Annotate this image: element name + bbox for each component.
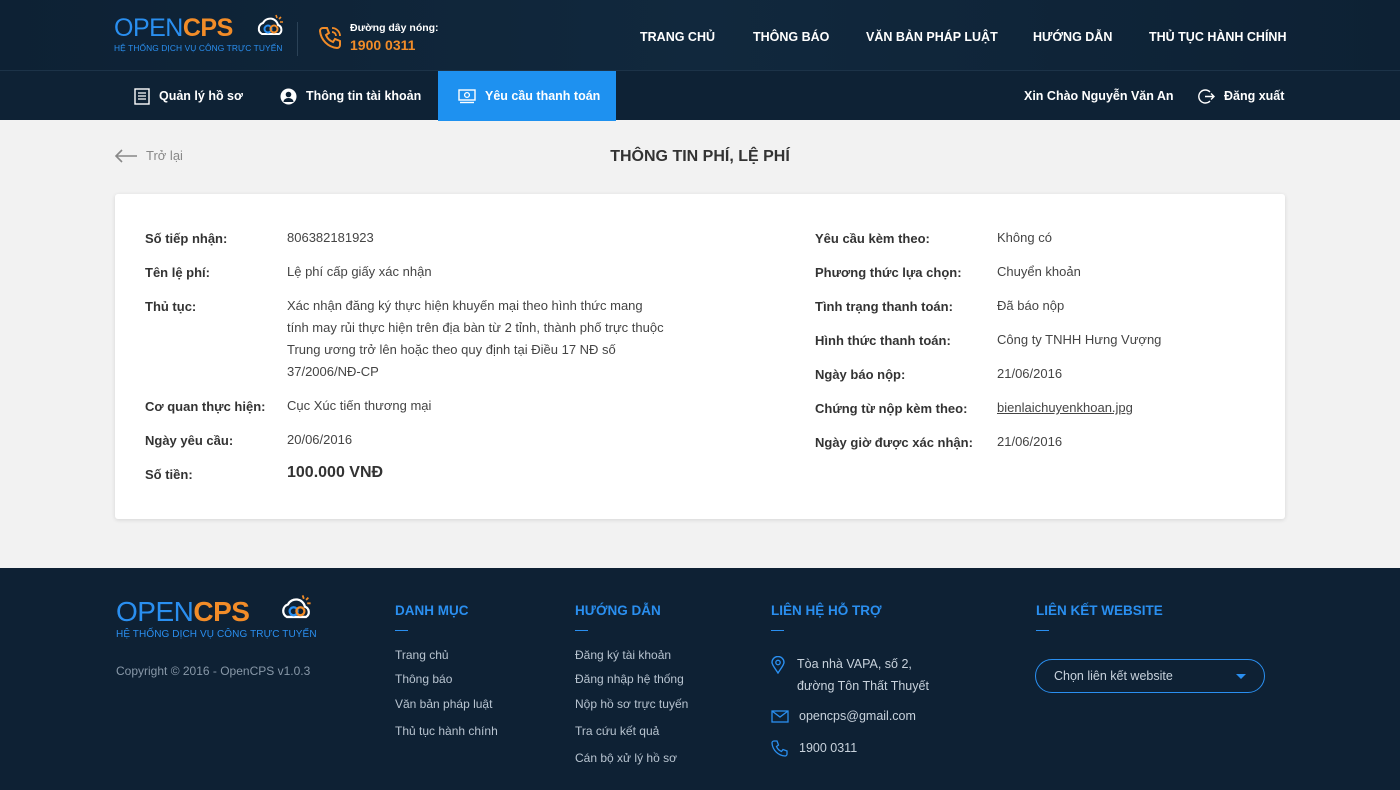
location-pin-icon [771,656,785,674]
footer-link-submit-online[interactable]: Nộp hồ sơ trực tuyến [575,697,688,711]
footer-guides-title: HƯỚNG DẪN [575,603,661,618]
support-phone[interactable]: 1900 0311 [799,737,857,759]
page-title: THÔNG TIN PHÍ, LỆ PHÍ [610,148,790,165]
nav-admin-procedures[interactable]: THỦ TỤC HÀNH CHÍNH [1149,30,1287,46]
status-value: Đã báo nộp [997,298,1065,313]
subnav-label: Quản lý hồ sơ [159,89,243,103]
cloud-link-icon [282,595,311,619]
procedure-value: Xác nhận đăng ký thực hiện khuyến mại th… [287,298,664,379]
fee-details-card: Số tiếp nhận: 806382181923 Tên lệ phí: L… [115,194,1285,519]
user-circle-icon [280,88,297,104]
website-select-value: Chọn liên kết website [1054,669,1173,683]
header-topbar: OPENCPS HỆ THỐNG DỊCH VỤ CÔNG TRỰC TUYẾN… [0,0,1400,70]
agency-value: Cục Xúc tiến thương mại [287,398,432,413]
footer-link-notifications[interactable]: Thông báo [395,672,452,686]
sub-navbar: Quản lý hồ sơ Thông tin tài khoản Yêu cầ… [0,70,1400,121]
footer-title-underline [395,630,408,631]
opencps-logo[interactable]: OPENCPS HỆ THỐNG DỊCH VỤ CÔNG TRỰC TUYẾN [114,14,284,58]
payment-form-value: Công ty TNHH Hưng Vượng [997,332,1162,347]
subnav-manage-dossiers[interactable]: Quản lý hồ sơ [134,71,243,121]
logout-label: Đăng xuất [1224,89,1285,103]
amount-label: Số tiền: [145,467,193,482]
footer-title-underline [575,630,588,631]
receipt-no-label: Số tiếp nhận: [145,231,228,246]
phone-icon [318,27,341,50]
fee-name-label: Tên lệ phí: [145,265,210,280]
footer-title-underline [1036,630,1049,631]
confirm-date-value: 21/06/2016 [997,434,1063,449]
voucher-file: bienlaichuyenkhoan.jpg [997,397,1133,419]
footer-logo[interactable]: OPENCPS HỆ THỐNG DỊCH VỤ CÔNG TRỰC TUYẾN [116,595,336,652]
support-email[interactable]: opencps@gmail.com [799,705,916,727]
receipt-no-value: 806382181923 [287,230,374,245]
footer-link-login[interactable]: Đăng nhập hệ thống [575,672,684,686]
report-date-value: 21/06/2016 [997,366,1063,381]
footer: OPENCPS HỆ THỐNG DỊCH VỤ CÔNG TRỰC TUYẾN… [0,568,1400,790]
footer-websites-title: LIÊN KẾT WEBSITE [1036,603,1163,618]
attached-request-label: Yêu cầu kèm theo: [815,231,930,246]
footer-link-home[interactable]: Trang chủ [395,648,449,662]
attached-request-value: Không có [997,230,1052,245]
phone-icon [771,740,788,757]
footer-link-lookup-results[interactable]: Tra cứu kết quả [575,724,659,738]
hotline-number[interactable]: 1900 0311 [350,37,415,53]
logo-cps: CPS [182,14,233,42]
logout-icon [1198,88,1215,104]
logo-tagline: HỆ THỐNG DỊCH VỤ CÔNG TRỰC TUYẾN [114,43,283,53]
payment-form-label: Hình thức thanh toán: [815,333,951,348]
website-link-select[interactable]: Chọn liên kết website [1035,659,1265,693]
logo-open: OPEN [116,596,194,627]
report-date-label: Ngày báo nộp: [815,367,906,382]
nav-home[interactable]: TRANG CHỦ [640,30,715,46]
nav-guides[interactable]: HƯỚNG DẪN [1033,30,1112,46]
nav-notifications[interactable]: THÔNG BÁO [753,30,829,46]
voucher-label: Chứng từ nộp kèm theo: [815,401,968,416]
agency-label: Cơ quan thực hiện: [145,399,266,414]
request-date-label: Ngày yêu cầu: [145,433,234,448]
procedure-label: Thủ tục: [145,299,197,314]
logo-cps: CPS [193,596,250,627]
payment-icon [458,89,476,104]
footer-link-legal-docs[interactable]: Văn bản pháp luật [395,697,492,711]
subnav-payment-request[interactable]: Yêu cầu thanh toán [438,71,616,121]
amount-value: 100.000 VNĐ [287,464,384,481]
subnav-label: Thông tin tài khoản [306,89,422,103]
method-label: Phương thức lựa chọn: [815,265,962,280]
footer-support-title: LIÊN HỆ HỖ TRỢ [771,603,882,618]
subnav-account-info[interactable]: Thông tin tài khoản [280,71,421,121]
fee-name-value: Lệ phí cấp giấy xác nhận [287,264,432,279]
header-divider [297,22,298,56]
footer-title-underline [771,630,784,631]
document-icon [134,87,150,105]
voucher-link[interactable]: bienlaichuyenkhoan.jpg [997,400,1133,415]
mail-icon [771,710,789,723]
status-label: Tình trạng thanh toán: [815,299,953,314]
nav-legal-docs[interactable]: VĂN BẢN PHÁP LUẬT [866,30,998,46]
support-address-line1: Tòa nhà VAPA, số 2, [797,657,912,671]
logo-open: OPEN [114,14,183,42]
confirm-date-label: Ngày giờ được xác nhận: [815,435,973,450]
request-date-value: 20/06/2016 [287,432,353,447]
greeting: Xin Chào Nguyễn Văn An [1024,89,1174,103]
subnav-label: Yêu cầu thanh toán [485,89,601,103]
footer-categories-title: DANH MỤC [395,603,469,618]
footer-link-admin-procedures[interactable]: Thủ tục hành chính [395,724,498,738]
footer-link-register[interactable]: Đăng ký tài khoản [575,648,671,662]
copyright: Copyright © 2016 - OpenCPS v1.0.3 [116,664,311,678]
chevron-down-icon [1236,674,1246,679]
hotline-label: Đường dây nóng: [350,22,439,34]
method-value: Chuyển khoản [997,264,1081,279]
logout-button[interactable]: Đăng xuất [1198,71,1284,121]
support-address-line2: đường Tôn Thất Thuyết [797,679,929,693]
logo-tagline: HỆ THỐNG DỊCH VỤ CÔNG TRỰC TUYẾN [116,629,317,640]
cloud-link-icon [257,14,283,35]
footer-link-officers[interactable]: Cán bộ xử lý hồ sơ [575,751,677,765]
